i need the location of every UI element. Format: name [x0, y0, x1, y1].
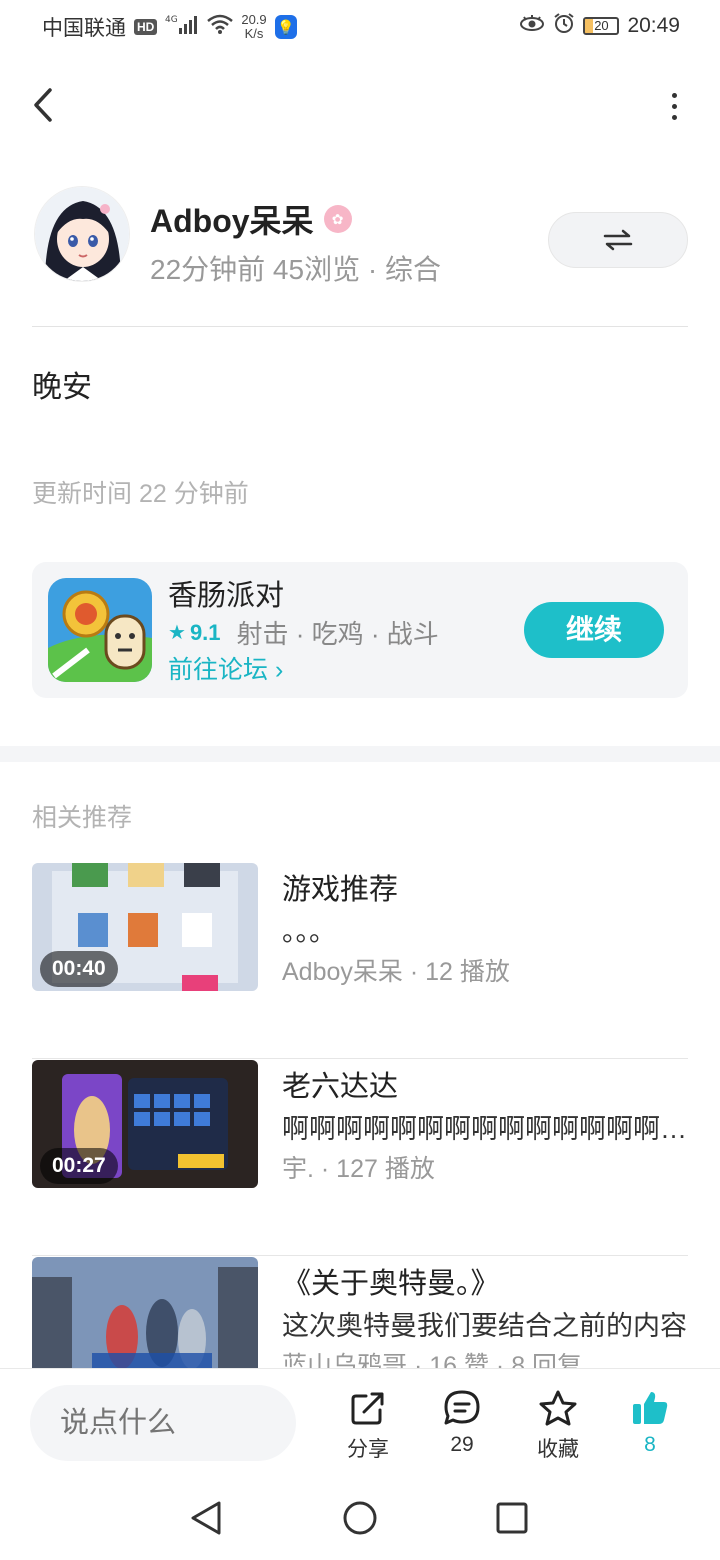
video-thumbnail: 00:40: [32, 863, 258, 991]
game-card[interactable]: 香肠派对 ★ 9.1 射击 · 吃鸡 · 战斗 前往论坛 › 继续: [32, 562, 688, 698]
switch-button[interactable]: [548, 212, 688, 268]
related-item[interactable]: 00:40 游戏推荐 。。。 Adboy呆呆 · 12 播放: [32, 862, 688, 1059]
avatar[interactable]: [34, 186, 130, 282]
user-badge-icon: ✿: [323, 205, 352, 233]
battery-indicator: 20: [583, 17, 620, 35]
eye-comfort-icon: [519, 14, 545, 38]
system-recents-button[interactable]: [490, 1496, 534, 1540]
forum-link[interactable]: 前往论坛 ›: [168, 650, 283, 686]
circle-home-icon: [343, 1501, 377, 1535]
network-speed: 20.9 K/s: [241, 13, 266, 41]
author-name-row: Adboy呆呆 ✿: [150, 196, 352, 242]
related-item[interactable]: 00:27 老六达达 啊啊啊啊啊啊啊啊啊啊啊啊啊啊啊啊啊啊啊啊 宇. · 127…: [32, 1059, 688, 1256]
related-item-title: 老六达达: [282, 1071, 399, 1103]
favorite-button[interactable]: 收藏: [518, 1387, 598, 1467]
comment-count: 29: [450, 1433, 474, 1456]
square-recents-icon: [496, 1502, 528, 1534]
thumbs-up-icon: [633, 1392, 668, 1424]
like-button[interactable]: 8: [610, 1387, 690, 1467]
related-item-meta: 蓝山乌鸦哥 · 16 赞 · 8 回复: [282, 1352, 583, 1368]
author-header: Adboy呆呆 ✿ 22分钟前 45浏览 · 综合: [32, 184, 688, 294]
triangle-back-icon: [191, 1501, 221, 1535]
video-thumbnail: 00:27: [32, 1060, 258, 1188]
post-meta: 22分钟前 45浏览 · 综合: [150, 254, 441, 285]
share-button[interactable]: 分享: [328, 1387, 408, 1467]
wifi-icon: [207, 14, 234, 40]
bottom-action-bar: 分享 29 收藏 8: [0, 1368, 720, 1476]
network-speed-value: 20.9: [241, 12, 267, 27]
battery-level: 20: [594, 18, 609, 33]
game-name: 香肠派对: [168, 580, 285, 612]
author-name[interactable]: Adboy呆呆: [150, 196, 314, 242]
comment-input[interactable]: [30, 1385, 296, 1461]
related-item[interactable]: 《关于奥特曼。》 这次奥特曼我们要结合之前的内容 蓝山乌鸦哥 · 16 赞 · …: [32, 1256, 688, 1368]
swap-arrows-icon: [603, 229, 633, 251]
signal-icon: 4G: [165, 13, 199, 41]
system-home-button[interactable]: [338, 1496, 382, 1540]
comment-icon: [444, 1390, 480, 1425]
status-bar-left: 中国联通 HD 4G 20.9 K/s 💡: [42, 12, 297, 42]
more-dot-icon: [671, 114, 677, 120]
star-outline-icon: [539, 1390, 577, 1426]
alarm-icon: [553, 12, 575, 40]
divider: [32, 326, 688, 327]
network-speed-unit: K/s: [244, 26, 264, 41]
system-back-button[interactable]: [184, 1496, 228, 1540]
share-icon: [351, 1392, 384, 1425]
more-options-button[interactable]: [662, 84, 686, 128]
system-nav-bar: [0, 1476, 720, 1560]
comment-button[interactable]: 29: [422, 1387, 502, 1467]
hd-badge: HD: [134, 19, 158, 35]
more-dot-icon: [671, 92, 677, 98]
svg-text:4G: 4G: [165, 15, 178, 25]
share-label: 分享: [347, 1438, 389, 1461]
game-tags: 射击 · 吃鸡 · 战斗: [236, 619, 439, 649]
forum-link-label: 前往论坛: [168, 656, 269, 684]
related-item-desc: 啊啊啊啊啊啊啊啊啊啊啊啊啊啊啊啊啊啊啊啊: [282, 1114, 688, 1144]
related-item-title: 《关于奥特曼。》: [282, 1268, 500, 1300]
related-item-title: 游戏推荐: [282, 874, 399, 906]
clock: 20:49: [627, 14, 680, 37]
related-item-meta: 宇. · 127 播放: [282, 1155, 435, 1183]
related-list: 00:40 游戏推荐 。。。 Adboy呆呆 · 12 播放 00:27 老六达…: [32, 862, 688, 1368]
related-item-meta: Adboy呆呆 · 12 播放: [282, 958, 510, 986]
status-bar: 中国联通 HD 4G 20.9 K/s 💡 20 20:49: [0, 0, 720, 52]
status-bar-right: 20 20:49: [519, 12, 680, 40]
more-dot-icon: [671, 103, 677, 109]
top-nav: [0, 70, 720, 140]
video-duration: 00:40: [40, 951, 118, 987]
game-rating: 9.1: [189, 619, 221, 645]
related-item-desc: 这次奥特曼我们要结合之前的内容: [282, 1311, 687, 1341]
carrier-name: 中国联通: [42, 17, 126, 40]
video-thumbnail: [32, 1257, 258, 1368]
related-section-title: 相关推荐: [32, 804, 133, 832]
update-time: 更新时间 22 分钟前: [32, 480, 249, 508]
back-button[interactable]: [24, 80, 64, 130]
game-rating-row: ★ 9.1 射击 · 吃鸡 · 战斗: [168, 614, 439, 651]
bulb-notification-icon: 💡: [274, 15, 297, 39]
related-item-desc: 。。。: [282, 917, 336, 947]
game-icon: [48, 578, 152, 682]
continue-button[interactable]: 继续: [524, 602, 664, 658]
post-content: 晚安: [32, 371, 92, 404]
favorite-label: 收藏: [537, 1438, 579, 1461]
like-count: 8: [644, 1433, 656, 1456]
video-duration: 00:27: [40, 1148, 118, 1184]
chevron-left-icon: [34, 88, 52, 122]
section-divider: [0, 746, 720, 762]
chevron-right-icon: ›: [274, 656, 284, 684]
star-icon: ★: [168, 622, 186, 644]
